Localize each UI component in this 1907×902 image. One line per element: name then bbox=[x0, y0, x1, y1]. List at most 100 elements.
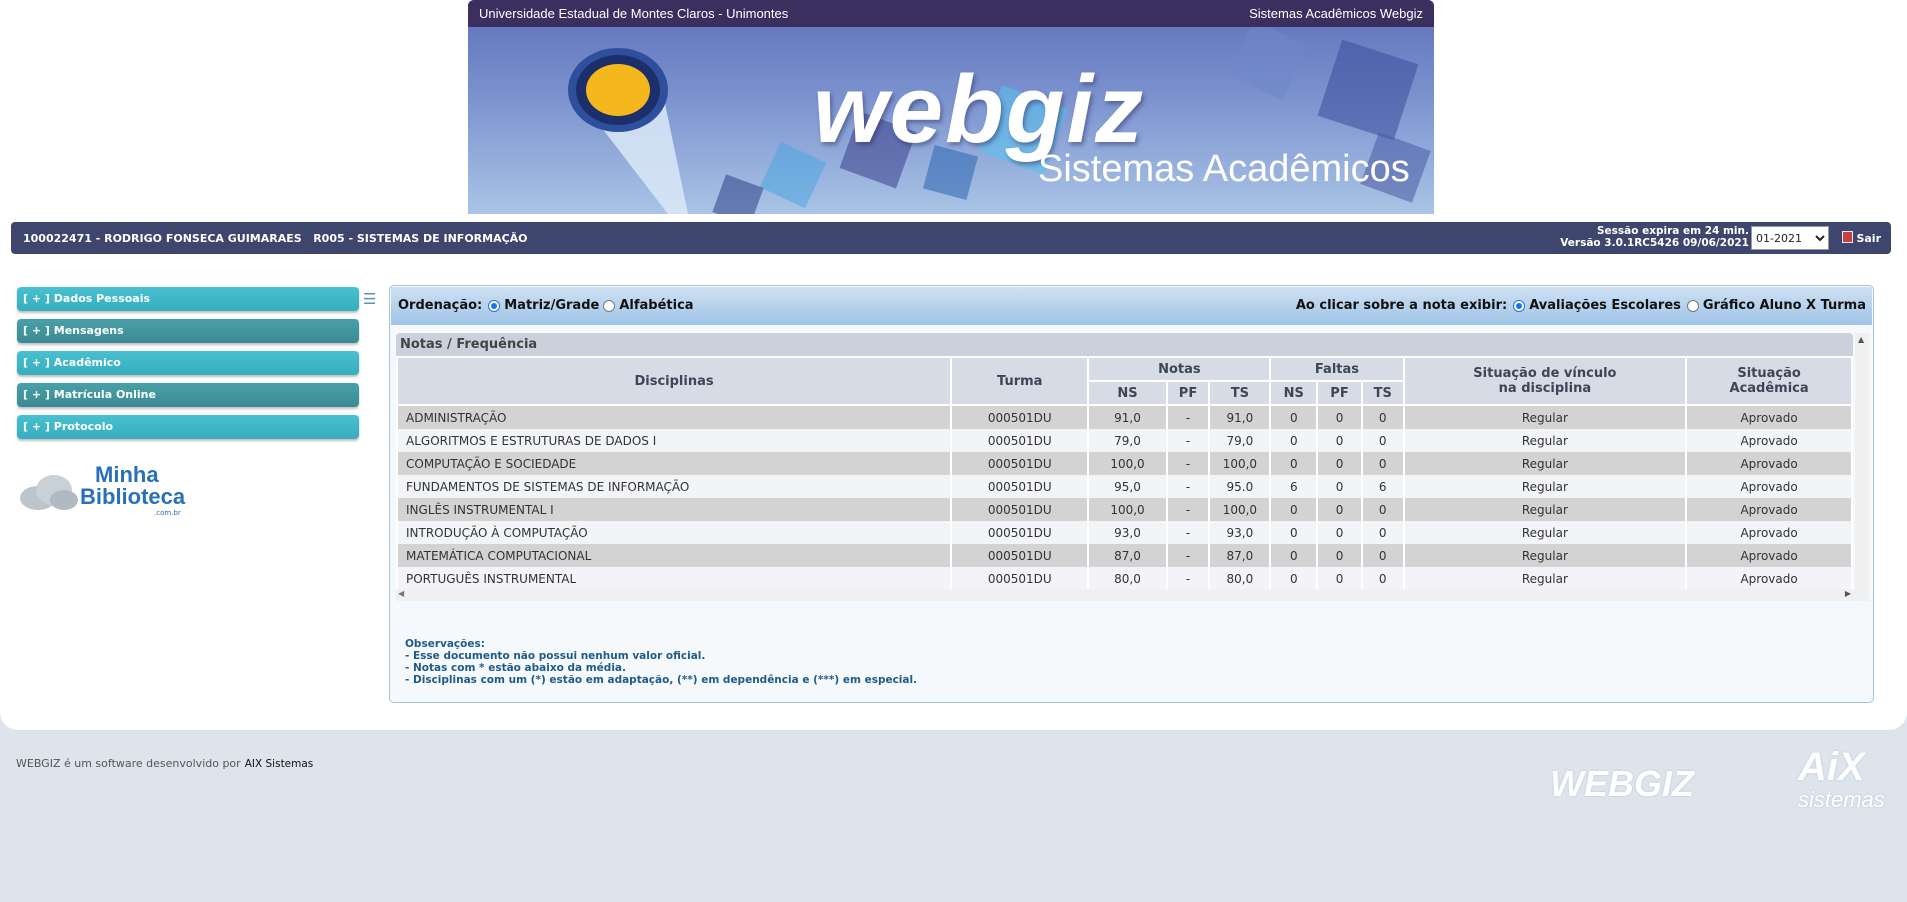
cell-vinculo: Regular bbox=[1402, 498, 1688, 521]
avaliacoes-radio[interactable] bbox=[1513, 299, 1526, 312]
cell-nota-ts[interactable]: 95.0 bbox=[1208, 475, 1272, 498]
cell-situacao: Aprovado bbox=[1685, 521, 1853, 544]
cell-nota-ns[interactable]: 93,0 bbox=[1087, 521, 1168, 544]
sidebar-item-mensagens[interactable]: [ + ] Mensagens bbox=[17, 319, 359, 343]
sidebar-item-matricula-online[interactable]: [ + ] Matrícula Online bbox=[17, 383, 359, 407]
vertical-scrollbar[interactable]: ▲ bbox=[1855, 333, 1869, 601]
table-row: PORTUGUÊS INSTRUMENTAL 000501DU 80,0 - 8… bbox=[395, 567, 1853, 590]
cell-nota-ts[interactable]: 79,0 bbox=[1208, 429, 1272, 452]
cell-nota-ns[interactable]: 87,0 bbox=[1087, 544, 1168, 567]
user-bar: 100022471 - RODRIGO FONSECA GUIMARAES R0… bbox=[11, 222, 1891, 254]
scroll-up-icon[interactable]: ▲ bbox=[1858, 335, 1864, 344]
observation-line: - Disciplinas com um (*) estão em adapta… bbox=[405, 674, 918, 686]
cell-disciplina: ADMINISTRAÇÃO bbox=[395, 405, 953, 429]
order-alfabetica-radio[interactable] bbox=[603, 299, 616, 312]
table-row: ADMINISTRAÇÃO 000501DU 91,0 - 91,0 0 0 0… bbox=[395, 405, 1853, 429]
grafico-label[interactable]: Gráfico Aluno X Turma bbox=[1703, 298, 1866, 313]
session-info: Sessão expira em 24 min. Versão 3.0.1RC5… bbox=[1560, 225, 1749, 249]
sidebar-item-label: [ + ] Protocolo bbox=[23, 420, 114, 433]
aix-sistemas-link[interactable]: AIX Sistemas bbox=[245, 758, 314, 770]
sidebar-item-protocolo[interactable]: [ + ] Protocolo bbox=[17, 415, 359, 439]
cell-nota-ns[interactable]: 91,0 bbox=[1087, 405, 1168, 429]
cell-vinculo: Regular bbox=[1402, 567, 1688, 590]
banner-topbar: Universidade Estadual de Montes Claros -… bbox=[468, 0, 1434, 27]
scroll-left-icon[interactable]: ◀ bbox=[398, 589, 404, 598]
cell-disciplina: MATEMÁTICA COMPUTACIONAL bbox=[395, 544, 953, 567]
ordering-options: Ordenação: Matriz/Grade Alfabética bbox=[398, 298, 694, 313]
library-domain: .com.br bbox=[154, 509, 181, 517]
cell-nota-ts[interactable]: 93,0 bbox=[1208, 521, 1272, 544]
order-matriz-label[interactable]: Matriz/Grade bbox=[504, 298, 599, 313]
cell-turma: 000501DU bbox=[950, 521, 1090, 544]
cell-nota-ts[interactable]: 100,0 bbox=[1208, 452, 1272, 475]
cell-nota-ns[interactable]: 79,0 bbox=[1087, 429, 1168, 452]
cell-falta-ts: 0 bbox=[1360, 429, 1405, 452]
horizontal-scrollbar[interactable]: ◀ ▶ bbox=[396, 589, 1855, 601]
header-turma: Turma bbox=[950, 356, 1090, 406]
header-disciplinas: Disciplinas bbox=[395, 356, 953, 406]
cell-falta-pf: 0 bbox=[1316, 475, 1363, 498]
cell-falta-ns: 0 bbox=[1269, 521, 1319, 544]
cell-nota-pf: - bbox=[1165, 475, 1211, 498]
cell-situacao: Aprovado bbox=[1685, 452, 1853, 475]
grades-panel: Ordenação: Matriz/Grade Alfabética Ao cl… bbox=[389, 285, 1874, 703]
cell-turma: 000501DU bbox=[950, 405, 1090, 429]
cell-turma: 000501DU bbox=[950, 498, 1090, 521]
library-name-line1: Minha bbox=[95, 462, 159, 487]
cell-falta-ts: 0 bbox=[1360, 452, 1405, 475]
header-faltas-ts: TS bbox=[1360, 380, 1405, 406]
logout-icon bbox=[1842, 231, 1854, 243]
cell-falta-ts: 6 bbox=[1360, 475, 1405, 498]
order-alfabetica-label[interactable]: Alfabética bbox=[619, 298, 693, 313]
cell-disciplina: ALGORITMOS E ESTRUTURAS DE DADOS I bbox=[395, 429, 953, 452]
cell-nota-pf: - bbox=[1165, 405, 1211, 429]
table-row: INGLÊS INSTRUMENTAL I 000501DU 100,0 - 1… bbox=[395, 498, 1853, 521]
logout-button[interactable]: Sair bbox=[1842, 231, 1881, 245]
cell-falta-ts: 0 bbox=[1360, 544, 1405, 567]
observations-title: Observações: bbox=[405, 638, 485, 650]
cell-vinculo: Regular bbox=[1402, 429, 1688, 452]
ordering-label: Ordenação: bbox=[398, 298, 483, 313]
cell-turma: 000501DU bbox=[950, 429, 1090, 452]
cell-disciplina: COMPUTAÇÃO E SOCIEDADE bbox=[395, 452, 953, 475]
cell-falta-pf: 0 bbox=[1316, 452, 1363, 475]
sidebar-item-academico[interactable]: [ + ] Acadêmico bbox=[17, 351, 359, 375]
sidebar-item-dados-pessoais[interactable]: [ + ] Dados Pessoais bbox=[17, 287, 359, 311]
cell-falta-ts: 0 bbox=[1360, 567, 1405, 590]
footer-credit: WEBGIZ é um software desenvolvido por AIX… bbox=[16, 757, 313, 770]
cell-situacao: Aprovado bbox=[1685, 405, 1853, 429]
session-expiry: Sessão expira em 24 min. bbox=[1596, 225, 1749, 237]
minha-biblioteca-logo[interactable]: Minha Biblioteca .com.br bbox=[18, 462, 185, 520]
scroll-right-icon[interactable]: ▶ bbox=[1845, 589, 1851, 598]
cell-nota-ns[interactable]: 80,0 bbox=[1087, 567, 1168, 590]
term-select[interactable]: 01-2021 bbox=[1751, 226, 1829, 250]
cell-nota-ts[interactable]: 87,0 bbox=[1208, 544, 1272, 567]
table-row: ALGORITMOS E ESTRUTURAS DE DADOS I 00050… bbox=[395, 429, 1853, 452]
sidebar-item-label: [ + ] Dados Pessoais bbox=[23, 292, 151, 305]
cell-nota-ns[interactable]: 100,0 bbox=[1087, 452, 1168, 475]
cell-nota-ts[interactable]: 91,0 bbox=[1208, 405, 1272, 429]
cell-falta-ns: 0 bbox=[1269, 429, 1319, 452]
cell-vinculo: Regular bbox=[1402, 521, 1688, 544]
cell-nota-ts[interactable]: 100,0 bbox=[1208, 498, 1272, 521]
cell-situacao: Aprovado bbox=[1685, 429, 1853, 452]
cell-nota-ns[interactable]: 100,0 bbox=[1087, 498, 1168, 521]
cell-nota-ts[interactable]: 80,0 bbox=[1208, 567, 1272, 590]
cell-situacao: Aprovado bbox=[1685, 567, 1853, 590]
header-situacao-academica: Situação Acadêmica bbox=[1685, 356, 1853, 406]
order-matriz-radio[interactable] bbox=[488, 299, 501, 312]
avaliacoes-label[interactable]: Avaliações Escolares bbox=[1529, 298, 1681, 313]
cell-falta-pf: 0 bbox=[1316, 498, 1363, 521]
footer-text: WEBGIZ é um software desenvolvido por bbox=[16, 757, 241, 770]
cell-nota-ns[interactable]: 95,0 bbox=[1087, 475, 1168, 498]
header-notas-ns: NS bbox=[1087, 380, 1168, 406]
grafico-radio[interactable] bbox=[1686, 299, 1699, 312]
user-info: 100022471 - RODRIGO FONSECA GUIMARAES R0… bbox=[23, 232, 528, 245]
collapse-sidebar-icon[interactable]: ☰ bbox=[363, 290, 376, 308]
cell-situacao: Aprovado bbox=[1685, 544, 1853, 567]
header-faltas-ns: NS bbox=[1269, 380, 1319, 406]
aix-footer-sub: sistemas bbox=[1798, 787, 1885, 812]
cell-nota-pf: - bbox=[1165, 498, 1211, 521]
observations: Observações: - Esse documento não possui… bbox=[405, 638, 917, 686]
table-row: MATEMÁTICA COMPUTACIONAL 000501DU 87,0 -… bbox=[395, 544, 1853, 567]
